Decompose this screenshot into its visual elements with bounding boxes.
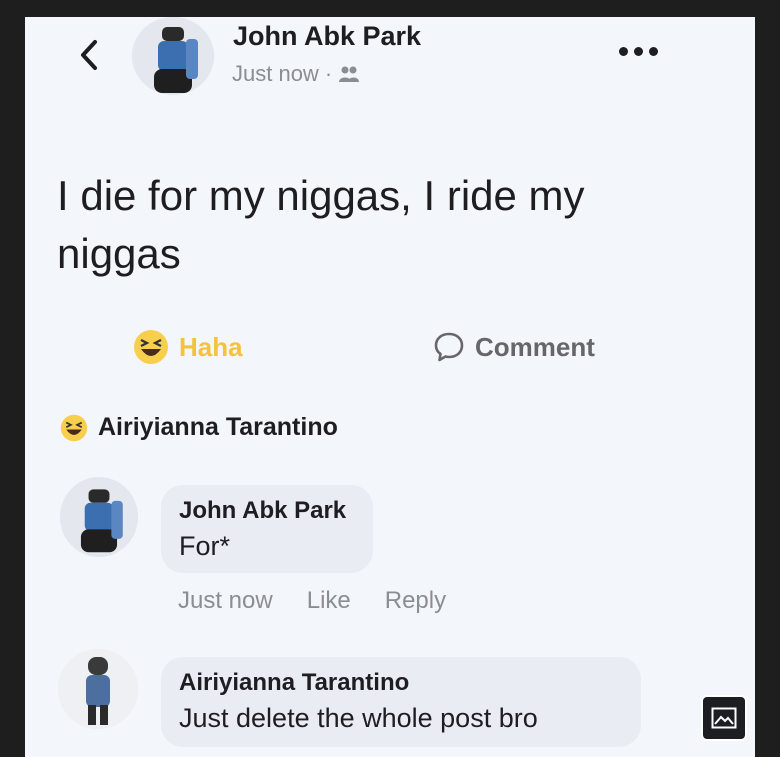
post-author-name[interactable]: John Abk Park [233,21,421,52]
haha-emoji-icon [60,414,88,441]
comment-bubble[interactable]: Airiyianna Tarantino Just delete the who… [161,657,641,747]
author-avatar[interactable] [132,17,214,95]
reactor-name: Airiyianna Tarantino [98,413,338,441]
chevron-left-icon [81,40,97,70]
comment-button[interactable]: Comment [433,331,595,363]
commenter-avatar[interactable] [60,477,138,557]
post-time[interactable]: Just now [232,61,319,87]
image-viewer-button[interactable] [701,695,747,741]
more-dot [619,47,628,56]
comment-bubble[interactable]: John Abk Park For* [161,485,373,573]
comment-time[interactable]: Just now [178,587,273,615]
comment-icon [434,332,464,362]
image-icon [711,707,737,729]
haha-emoji-icon [134,330,168,364]
like-button[interactable]: Like [307,587,351,615]
avatar-image [58,649,138,729]
comment-author[interactable]: John Abk Park [179,497,353,525]
more-dot [649,47,658,56]
haha-reaction-button[interactable]: Haha [133,329,243,365]
comment-text: For* [179,531,231,561]
comment-actions: Just now Like Reply [178,587,446,615]
comment-text: Just delete the whole post bro [179,703,538,733]
comment-label: Comment [475,331,595,362]
post-text: I die for my niggas, I ride my niggas [57,172,585,277]
post-meta: Just now · [232,61,360,87]
meta-separator: · [324,61,333,86]
more-options-button[interactable] [619,47,658,56]
post-screenshot: John Abk Park Just now · I die for my ni… [25,17,755,757]
friends-icon [339,66,360,82]
back-button[interactable] [72,35,106,75]
comment-author[interactable]: Airiyianna Tarantino [179,669,621,697]
avatar-image [60,479,138,555]
avatar-image [132,17,214,95]
more-dot [634,47,643,56]
reactor-row[interactable]: Airiyianna Tarantino [60,413,338,442]
commenter-avatar[interactable] [58,649,138,729]
reaction-label: Haha [179,331,243,362]
reply-button[interactable]: Reply [385,587,446,615]
